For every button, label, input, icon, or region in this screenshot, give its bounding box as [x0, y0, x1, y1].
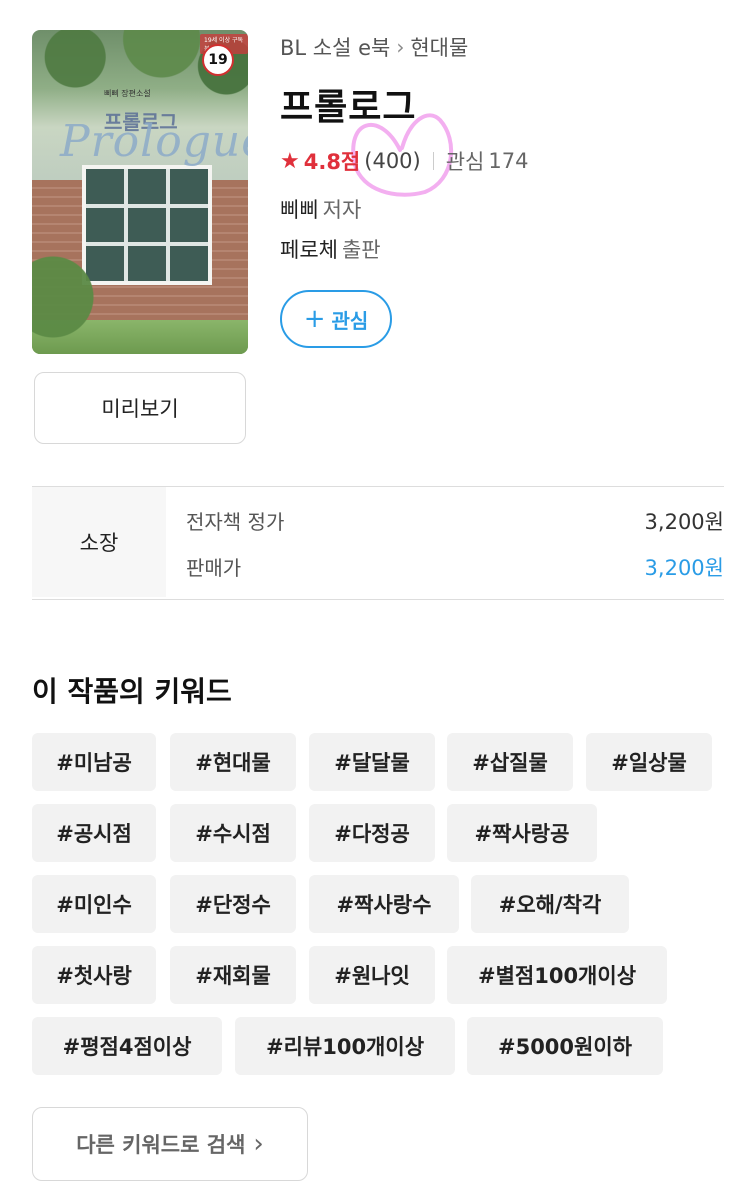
add-wish-label: 관심 — [331, 308, 369, 333]
breadcrumb: BL 소설 e북 › 현대물 — [280, 32, 468, 62]
rating-row: ★ 4.8점 (400) 관심 174 — [280, 146, 528, 176]
keyword-tag[interactable]: #다정공 — [309, 804, 435, 862]
list-price-label: 전자책 정가 — [186, 510, 285, 534]
price-section-label: 소장 — [32, 487, 166, 597]
plus-icon: + — [303, 304, 326, 334]
keyword-tag[interactable]: #오해/착각 — [471, 875, 629, 933]
book-cover[interactable]: 19세 이상 구독 불가 삐삐 장편소설 프롤로그 Prologue — [32, 30, 248, 354]
book-title: 프롤로그 — [280, 87, 417, 128]
keyword-tag[interactable]: #5000원이하 — [467, 1017, 663, 1075]
divider — [432, 152, 434, 170]
age-rating-badge: 19 — [202, 44, 234, 76]
star-icon: ★ — [280, 148, 300, 174]
search-other-keywords-label: 다른 키워드로 검색 — [76, 1133, 246, 1157]
breadcrumb-subcategory[interactable]: 현대물 — [410, 32, 468, 62]
keyword-tag[interactable]: #재회물 — [170, 946, 296, 1004]
rating-count[interactable]: (400) — [364, 149, 420, 173]
keyword-tag[interactable]: #첫사랑 — [32, 946, 156, 1004]
keyword-tag[interactable]: #일상물 — [586, 733, 712, 791]
wish-count: 174 — [488, 149, 529, 173]
cover-author: 삐삐 장편소설 — [104, 89, 151, 98]
search-other-keywords-button[interactable]: 다른 키워드로 검색 › — [32, 1107, 308, 1181]
keyword-tag[interactable]: #공시점 — [32, 804, 156, 862]
publisher-line: 페로체 출판 — [280, 234, 381, 264]
preview-button[interactable]: 미리보기 — [34, 372, 246, 444]
wish-label: 관심 — [445, 150, 485, 174]
keyword-tag[interactable]: #미인수 — [32, 875, 156, 933]
chevron-right-icon: › — [396, 35, 405, 59]
rating-score: 4.8점 — [303, 150, 361, 174]
keyword-tag[interactable]: #미남공 — [32, 733, 156, 791]
keyword-tag[interactable]: #평점4점이상 — [32, 1017, 222, 1075]
keyword-tag[interactable]: #짝사랑공 — [447, 804, 597, 862]
keyword-tag[interactable]: #삽질물 — [447, 733, 573, 791]
chevron-right-icon: › — [253, 1129, 264, 1159]
author-role: 저자 — [322, 198, 362, 222]
keyword-tag[interactable]: #별점100개이상 — [447, 946, 667, 1004]
keyword-tag[interactable]: #단정수 — [170, 875, 296, 933]
cover-leaves — [32, 240, 102, 354]
keyword-tag[interactable]: #달달물 — [309, 733, 435, 791]
publisher-name[interactable]: 페로체 — [280, 238, 338, 262]
cover-script-title: Prologue — [60, 116, 248, 167]
keyword-tag[interactable]: #현대물 — [170, 733, 296, 791]
author-line: 삐삐 저자 — [280, 194, 361, 224]
breadcrumb-category[interactable]: BL 소설 e북 — [280, 32, 390, 62]
sale-price-label: 판매가 — [186, 556, 242, 580]
sale-price-value: 3,200원 — [644, 556, 724, 580]
publisher-role: 출판 — [341, 238, 381, 262]
add-wish-button[interactable]: + 관심 — [280, 290, 392, 348]
author-name[interactable]: 삐삐 — [280, 198, 319, 222]
keyword-tag[interactable]: #리뷰100개이상 — [235, 1017, 455, 1075]
keyword-tag[interactable]: #원나잇 — [309, 946, 435, 1004]
keyword-tag[interactable]: #짝사랑수 — [309, 875, 459, 933]
list-price-value: 3,200원 — [644, 510, 724, 534]
keywords-heading: 이 작품의 키워드 — [32, 675, 232, 708]
keyword-tag[interactable]: #수시점 — [170, 804, 296, 862]
